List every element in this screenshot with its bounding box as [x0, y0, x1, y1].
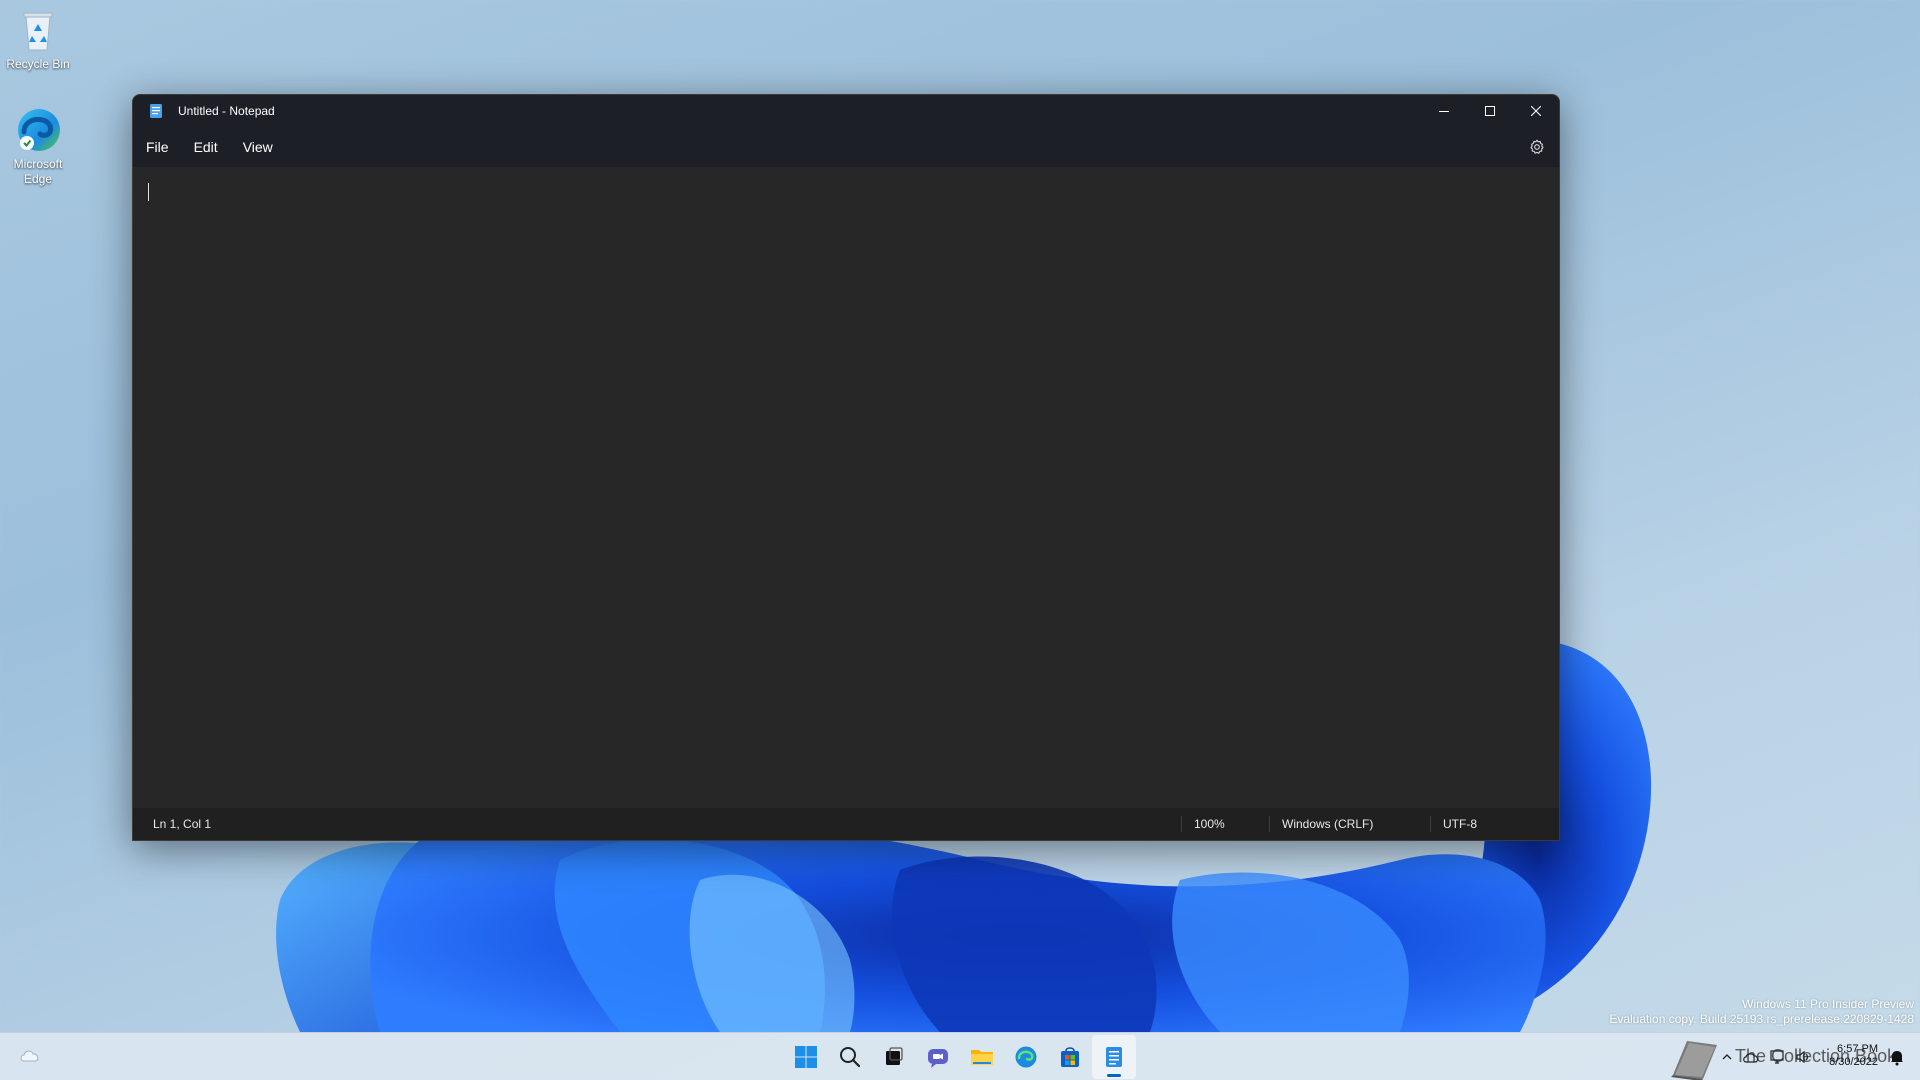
- maximize-button[interactable]: [1467, 95, 1513, 127]
- start-icon: [795, 1046, 817, 1068]
- window-title: Untitled - Notepad: [178, 104, 275, 118]
- file-explorer-button[interactable]: [960, 1035, 1004, 1079]
- edge-icon: [14, 106, 62, 154]
- taskbar: The Collection Book 6:57 PM 8/30/2022: [0, 1032, 1920, 1080]
- search-button[interactable]: [828, 1035, 872, 1079]
- status-divider: [1430, 816, 1431, 832]
- clock-time: 6:57 PM: [1837, 1043, 1878, 1055]
- notepad-icon: [1106, 1047, 1122, 1067]
- desktop-icon-recycle-bin[interactable]: Recycle Bin: [0, 6, 76, 72]
- status-divider: [1269, 816, 1270, 832]
- start-button[interactable]: [784, 1035, 828, 1079]
- title-bar[interactable]: Untitled - Notepad: [133, 95, 1559, 127]
- status-zoom: 100%: [1194, 817, 1225, 831]
- text-editor[interactable]: [133, 167, 1559, 808]
- text-caret: [148, 183, 149, 201]
- desktop-icon-label: Microsoft Edge: [13, 157, 63, 186]
- clock-date: 8/30/2022: [1829, 1056, 1878, 1068]
- chevron-up-icon[interactable]: [1718, 1048, 1736, 1066]
- menu-view[interactable]: View: [232, 131, 284, 163]
- edge-button[interactable]: [1004, 1035, 1048, 1079]
- volume-icon[interactable]: [1794, 1048, 1812, 1066]
- status-bar: Ln 1, Col 1 100% Windows (CRLF) UTF-8: [133, 808, 1559, 840]
- gear-icon: [1530, 139, 1544, 154]
- task-view-icon: [886, 1047, 903, 1065]
- task-view-button[interactable]: [872, 1035, 916, 1079]
- minimize-icon: [1439, 111, 1449, 112]
- desktop-icon-microsoft-edge[interactable]: Microsoft Edge: [0, 106, 76, 187]
- chat-button[interactable]: [916, 1035, 960, 1079]
- status-line-endings: Windows (CRLF): [1282, 817, 1374, 831]
- notification-bell-icon[interactable]: [1888, 1048, 1906, 1066]
- search-icon: [840, 1047, 861, 1068]
- store-icon: [1061, 1047, 1079, 1067]
- notepad-taskbar-button[interactable]: [1092, 1035, 1136, 1079]
- edge-icon: [1015, 1046, 1037, 1068]
- taskbar-apps: [784, 1035, 1136, 1079]
- network-icon[interactable]: [1768, 1048, 1786, 1066]
- menu-bar: File Edit View: [133, 127, 1559, 167]
- watermark-line-1: Windows 11 Pro Insider Preview: [1742, 997, 1914, 1011]
- file-explorer-icon: [971, 1050, 993, 1065]
- weather-widget[interactable]: [18, 1045, 44, 1065]
- close-button[interactable]: [1513, 95, 1559, 127]
- settings-button[interactable]: [1521, 131, 1553, 163]
- maximize-icon: [1485, 106, 1495, 116]
- status-encoding: UTF-8: [1443, 817, 1477, 831]
- minimize-button[interactable]: [1421, 95, 1467, 127]
- notepad-icon: [148, 103, 164, 119]
- build-watermark: Windows 11 Pro Insider Preview Evaluatio…: [1609, 997, 1914, 1027]
- book-overlay-icon: [1665, 1035, 1723, 1080]
- menu-edit[interactable]: Edit: [183, 131, 229, 163]
- chat-icon: [928, 1049, 948, 1068]
- store-button[interactable]: [1048, 1035, 1092, 1079]
- onedrive-icon[interactable]: [1742, 1048, 1760, 1066]
- close-icon: [1531, 106, 1541, 116]
- clock[interactable]: 6:57 PM 8/30/2022: [1829, 1043, 1878, 1069]
- watermark-line-2: Evaluation copy. Build 25193.rs_prerelea…: [1609, 1012, 1914, 1026]
- status-cursor-position: Ln 1, Col 1: [153, 817, 212, 831]
- weather-cloud-icon: [20, 1050, 39, 1062]
- menu-file[interactable]: File: [135, 131, 180, 163]
- notepad-window: Untitled - Notepad File Edit View Ln 1,: [132, 94, 1560, 841]
- desktop-icon-label: Recycle Bin: [6, 57, 70, 71]
- status-divider: [1181, 816, 1182, 832]
- recycle-bin-icon: [14, 6, 62, 54]
